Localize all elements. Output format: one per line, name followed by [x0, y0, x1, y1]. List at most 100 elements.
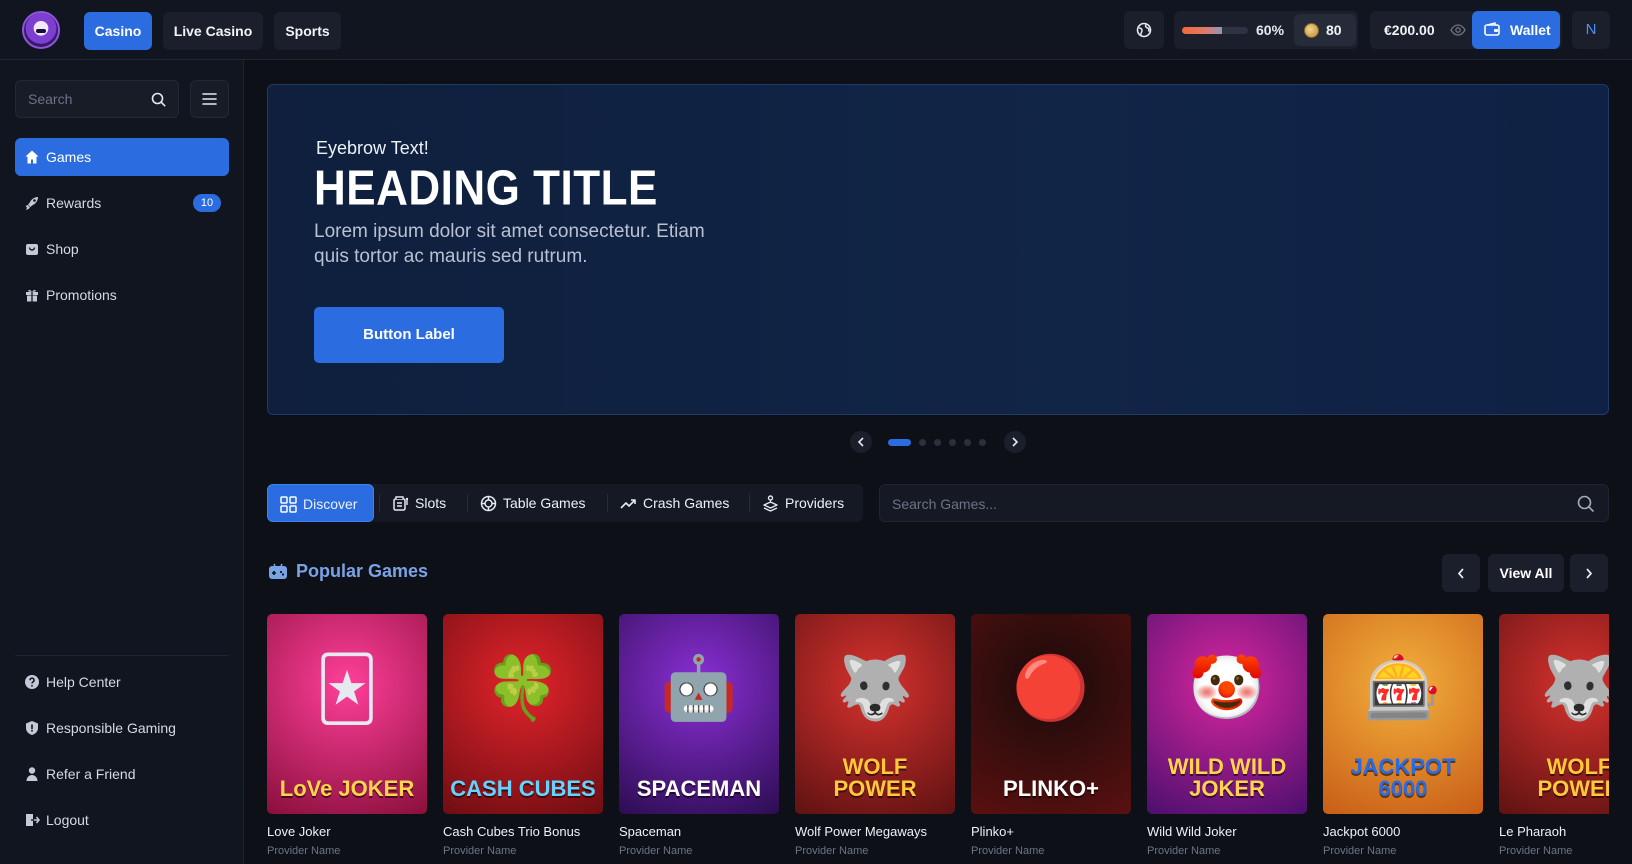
tab-label: Discover: [303, 496, 358, 512]
hamburger-icon: [202, 93, 217, 105]
sidebar-item-label: Promotions: [46, 287, 117, 303]
level-progress: 60% 80: [1174, 11, 1358, 49]
game-title[interactable]: Plinko+: [971, 824, 1131, 839]
top-bar: Casino Live Casino Sports 60% 80 €200.00…: [0, 0, 1632, 60]
wallet-button[interactable]: Wallet: [1472, 11, 1560, 49]
sidebar: Games Rewards 10 Shop Promotions Help Ce…: [0, 60, 244, 864]
game-search-input[interactable]: [892, 494, 1532, 514]
progress-fill: [1182, 27, 1222, 34]
sidebar-item-refer-a-friend[interactable]: Refer a Friend: [15, 755, 229, 793]
tab-crash-games[interactable]: Crash Games: [608, 484, 744, 522]
tab-providers[interactable]: Providers: [750, 484, 862, 522]
game-title[interactable]: Spaceman: [619, 824, 779, 839]
chip-icon: [480, 495, 497, 512]
game-title[interactable]: Love Joker: [267, 824, 427, 839]
nav-tab-casino[interactable]: Casino: [84, 12, 152, 50]
game-card[interactable]: 🎰 JACKPOT 6000 Jackpot 6000 Provider Name: [1323, 614, 1483, 857]
game-art-icon: 🎰: [1364, 654, 1442, 723]
game-card[interactable]: 🃏 LoVe JOKER Love Joker Provider Name: [267, 614, 427, 857]
game-title[interactable]: Cash Cubes Trio Bonus: [443, 824, 603, 839]
game-title[interactable]: Wild Wild Joker: [1147, 824, 1307, 839]
game-thumbnail[interactable]: 🔴 PLINKO+: [971, 614, 1131, 814]
games-next-button[interactable]: [1570, 554, 1608, 592]
game-card[interactable]: 🤡 WILD WILD JOKER Wild Wild Joker Provider …: [1147, 614, 1307, 857]
slot-machine-icon: [393, 496, 409, 511]
language-button[interactable]: [1124, 11, 1164, 49]
game-card[interactable]: 🐺 WOLF POWER Wolf Power Megaways Provider N…: [795, 614, 955, 857]
sidebar-item-help-center[interactable]: Help Center: [15, 663, 229, 701]
search-icon[interactable]: [151, 92, 166, 107]
game-logo: JACKPOT 6000: [1350, 754, 1456, 801]
search-icon[interactable]: [1577, 495, 1594, 512]
sidebar-item-label: Games: [46, 149, 92, 165]
sidebar-item-responsible-gaming[interactable]: Responsible Gaming: [15, 709, 229, 747]
chevron-left-icon: [857, 437, 864, 447]
progress-bar: [1182, 27, 1248, 34]
game-provider: Provider Name: [795, 845, 869, 857]
game-card[interactable]: 🐺 WOLF POWER Le Pharaoh Provider Name: [1499, 614, 1609, 857]
carousel-dot[interactable]: [964, 439, 971, 446]
game-logo: WOLF POWER: [833, 754, 917, 801]
logout-icon: [26, 814, 40, 826]
game-title[interactable]: Jackpot 6000: [1323, 824, 1483, 839]
games-prev-button[interactable]: [1442, 554, 1480, 592]
game-art-icon: 🔴: [1012, 654, 1090, 723]
sidebar-item-label: Rewards: [46, 195, 102, 211]
brand-logo[interactable]: [22, 11, 60, 49]
balance-amount: €200.00: [1384, 22, 1435, 38]
carousel-prev-button[interactable]: [850, 431, 872, 453]
carousel-dot[interactable]: [919, 439, 926, 446]
game-card[interactable]: 🔴 PLINKO+ Plinko+ Provider Name: [971, 614, 1131, 857]
coin-icon: [1304, 23, 1319, 38]
game-provider: Provider Name: [1499, 845, 1573, 857]
hero-cta-button[interactable]: Button Label: [314, 307, 504, 363]
game-logo: CASH CUBES: [450, 776, 596, 801]
nav-tab-live-casino[interactable]: Live Casino: [163, 12, 263, 50]
carousel-dot[interactable]: [934, 439, 941, 446]
tab-discover[interactable]: Discover: [267, 484, 374, 522]
carousel-next-button[interactable]: [1004, 431, 1026, 453]
tab-slots[interactable]: Slots: [380, 484, 460, 522]
wallet-icon: [1484, 22, 1500, 36]
help-icon: [25, 675, 39, 689]
avatar[interactable]: N: [1572, 11, 1610, 49]
menu-toggle-button[interactable]: [190, 80, 229, 118]
game-card[interactable]: 🤖 SPACEMAN Spaceman Provider Name: [619, 614, 779, 857]
sidebar-item-shop[interactable]: Shop: [15, 230, 229, 268]
trend-up-icon: [620, 499, 636, 509]
game-title[interactable]: Wolf Power Megaways: [795, 824, 955, 839]
view-all-button[interactable]: View All: [1488, 554, 1564, 592]
game-logo: SPACEMAN: [636, 776, 762, 801]
game-thumbnail[interactable]: 🍀 CASH CUBES: [443, 614, 603, 814]
sidebar-item-games[interactable]: Games: [15, 138, 229, 176]
sidebar-search-input[interactable]: [28, 89, 138, 109]
game-thumbnail[interactable]: 🤖 SPACEMAN: [619, 614, 779, 814]
game-provider: Provider Name: [443, 845, 517, 857]
sidebar-item-label: Logout: [46, 812, 89, 828]
user-icon: [26, 767, 38, 781]
coin-balance[interactable]: 80: [1294, 14, 1356, 46]
game-carousel: 🃏 LoVe JOKER Love Joker Provider Name 🍀 CASH …: [267, 600, 1609, 864]
chevron-left-icon: [1457, 567, 1464, 579]
game-card[interactable]: 🍀 CASH CUBES Cash Cubes Trio Bonus Provider…: [443, 614, 603, 857]
tab-table-games[interactable]: Table Games: [468, 484, 602, 522]
nav-tab-sports[interactable]: Sports: [274, 12, 341, 50]
sidebar-item-promotions[interactable]: Promotions: [15, 276, 229, 314]
eye-icon[interactable]: [1450, 24, 1466, 36]
game-thumbnail[interactable]: 🐺 WOLF POWER: [795, 614, 955, 814]
game-thumbnail[interactable]: 🤡 WILD WILD JOKER: [1147, 614, 1307, 814]
game-title[interactable]: Le Pharaoh: [1499, 824, 1609, 839]
game-thumbnail[interactable]: 🐺 WOLF POWER: [1499, 614, 1609, 814]
home-icon: [25, 150, 39, 164]
carousel-dot[interactable]: [888, 439, 911, 446]
game-provider: Provider Name: [1147, 845, 1221, 857]
sidebar-item-rewards[interactable]: Rewards 10: [15, 184, 229, 222]
carousel-dot[interactable]: [979, 439, 986, 446]
carousel-dot[interactable]: [949, 439, 956, 446]
game-thumbnail[interactable]: 🃏 LoVe JOKER: [267, 614, 427, 814]
sidebar-item-logout[interactable]: Logout: [15, 801, 229, 839]
game-art-icon: 🍀: [484, 654, 562, 723]
game-logo: WILD WILD JOKER: [1167, 754, 1287, 801]
game-provider: Provider Name: [267, 845, 341, 857]
game-thumbnail[interactable]: 🎰 JACKPOT 6000: [1323, 614, 1483, 814]
